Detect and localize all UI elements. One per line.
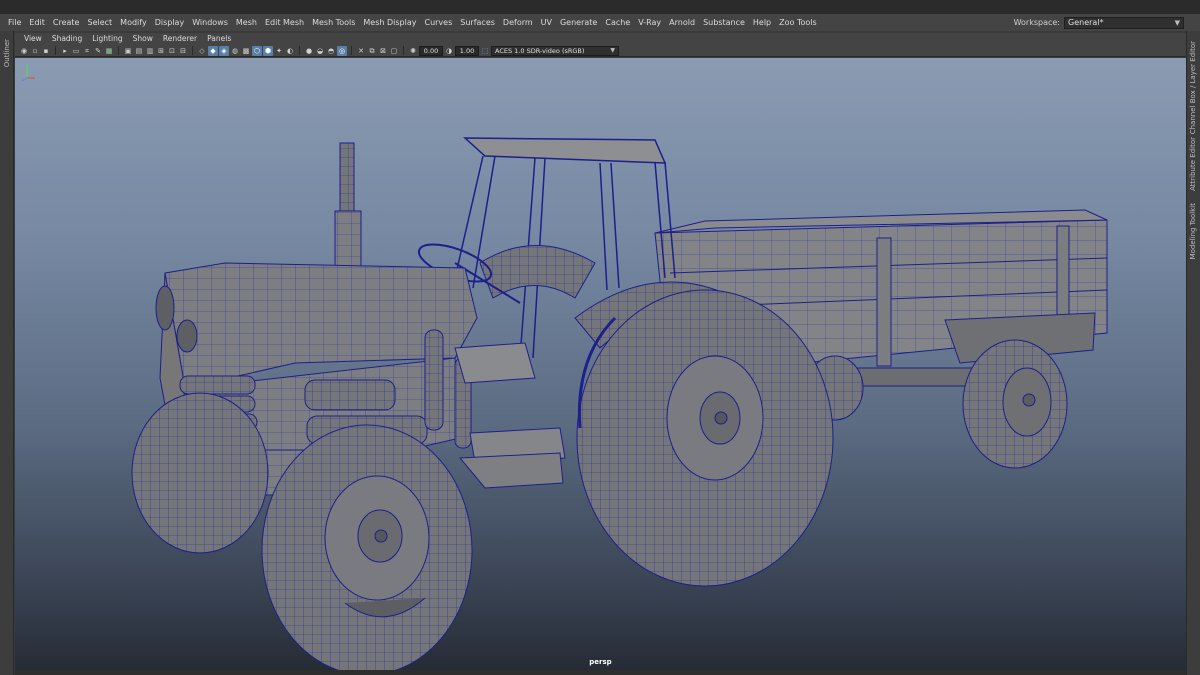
panel-menu-bar: View Shading Lighting Show Renderer Pane… — [15, 33, 1186, 45]
toolbar-divider — [403, 46, 404, 55]
toolbar-divider — [299, 46, 300, 55]
menu-generate[interactable]: Generate — [556, 14, 601, 31]
viewport-toolbar: ◉ ▫ ▪ ▸ ▭ ⌗ ✎ ▦ ▣ ▤ ▥ ⊞ ⊡ ⊟ ◇ ◆ ◈ ◍ ▩ ⬡ … — [15, 45, 1186, 57]
shadows-icon[interactable]: ◐ — [285, 46, 295, 56]
grease-pencil-icon[interactable]: ✎ — [93, 46, 103, 56]
trailer-wheel-rear — [962, 339, 1068, 469]
left-panel-strip: Outliner — [0, 31, 14, 675]
xray-active-icon[interactable]: ⧉ — [367, 46, 377, 56]
menu-edit[interactable]: Edit — [25, 14, 49, 31]
menu-help[interactable]: Help — [749, 14, 775, 31]
panel-menu-panels[interactable]: Panels — [202, 33, 236, 45]
menu-cache[interactable]: Cache — [601, 14, 634, 31]
menu-mesh-display[interactable]: Mesh Display — [359, 14, 420, 31]
toolbar-divider — [192, 46, 193, 55]
attribute-editor-tab[interactable]: Attribute Editor — [1189, 137, 1197, 191]
wireframe-on-shaded-icon[interactable]: ◈ — [219, 45, 229, 56]
lock-camera-icon[interactable]: ▫ — [30, 46, 40, 56]
color-space-value: ACES 1.0 SDR-video (sRGB) — [495, 46, 585, 55]
xray-joints-icon[interactable]: ⬢ — [263, 45, 273, 56]
maya-window: File Edit Create Select Modify Display W… — [0, 0, 1200, 675]
anti-aliasing-icon[interactable]: ◓ — [326, 46, 336, 56]
toolbar-divider — [55, 46, 56, 55]
gamma-field[interactable]: 1.00 — [455, 45, 479, 56]
workspace-value: General* — [1068, 17, 1104, 27]
workspace-dropdown[interactable]: General* ▼ — [1064, 16, 1184, 29]
exhaust-stack — [334, 142, 362, 272]
menu-mesh[interactable]: Mesh — [232, 14, 261, 31]
resolution-gate-icon[interactable]: ▤ — [134, 46, 144, 56]
menu-select[interactable]: Select — [83, 14, 116, 31]
chevron-down-icon: ▼ — [610, 46, 615, 54]
menu-arnold[interactable]: Arnold — [665, 14, 699, 31]
textured-icon[interactable]: ▩ — [241, 46, 251, 56]
modeling-toolkit-tab[interactable]: Modeling Toolkit — [1189, 203, 1197, 259]
bookmarks-icon[interactable]: ▸ — [60, 46, 70, 56]
2d-pan-zoom-icon[interactable]: ⌗ — [82, 46, 92, 56]
camera-icon[interactable]: ▢ — [389, 46, 399, 56]
main-menu-bar: File Edit Create Select Modify Display W… — [0, 14, 1200, 31]
panel-menu-view[interactable]: View — [19, 33, 47, 45]
film-gate-icon[interactable]: ▣ — [123, 46, 133, 56]
menu-display[interactable]: Display — [151, 14, 189, 31]
menu-mesh-tools[interactable]: Mesh Tools — [308, 14, 359, 31]
panel-menu-shading[interactable]: Shading — [47, 33, 87, 45]
menu-edit-mesh[interactable]: Edit Mesh — [261, 14, 308, 31]
field-chart-icon[interactable]: ⊞ — [156, 46, 166, 56]
menu-deform[interactable]: Deform — [499, 14, 537, 31]
tractor-wireframe-model — [131, 137, 1108, 670]
depth-of-field-icon[interactable]: ◎ — [337, 45, 347, 56]
motion-blur-icon[interactable]: ◒ — [315, 46, 325, 56]
hud-icon[interactable]: ⊠ — [378, 46, 388, 56]
xray-icon[interactable]: ⬡ — [252, 45, 262, 56]
panel-menu-show[interactable]: Show — [128, 33, 158, 45]
safe-title-icon[interactable]: ⊟ — [178, 46, 188, 56]
menu-curves[interactable]: Curves — [420, 14, 456, 31]
front-wheel-rear-side — [131, 392, 269, 554]
toolbar-divider — [118, 46, 119, 55]
right-panel-strip: Channel Box / Layer Editor Attribute Edi… — [1186, 31, 1200, 675]
menu-surfaces[interactable]: Surfaces — [456, 14, 499, 31]
gate-mask-icon[interactable]: ▥ — [145, 46, 155, 56]
camera-attributes-icon[interactable]: ▪ — [41, 46, 51, 56]
workspace-label: Workspace: — [1013, 18, 1060, 27]
axis-gizmo-icon — [21, 64, 35, 82]
panel-menu-lighting[interactable]: Lighting — [87, 33, 127, 45]
safe-action-icon[interactable]: ⊡ — [167, 46, 177, 56]
exposure-icon: ✺ — [410, 46, 416, 55]
camera-name-label: persp — [589, 658, 612, 666]
menu-substance[interactable]: Substance — [699, 14, 749, 31]
channel-box-tab[interactable]: Channel Box / Layer Editor — [1189, 41, 1197, 134]
exposure-field[interactable]: 0.00 — [419, 45, 443, 56]
chevron-down-icon: ▼ — [1174, 18, 1180, 27]
color-space-dropdown[interactable]: ACES 1.0 SDR-video (sRGB) ▼ — [491, 45, 619, 56]
gamma-icon: ◑ — [445, 46, 453, 55]
default-material-icon[interactable]: ◍ — [230, 46, 240, 56]
image-plane-icon[interactable]: ▭ — [71, 46, 81, 56]
menu-file[interactable]: File — [4, 14, 25, 31]
wireframe-icon[interactable]: ◇ — [197, 46, 207, 56]
menu-windows[interactable]: Windows — [188, 14, 232, 31]
menu-modify[interactable]: Modify — [116, 14, 151, 31]
workspace-selector: Workspace: General* ▼ — [1014, 15, 1184, 30]
menu-uv[interactable]: UV — [537, 14, 556, 31]
grid-icon[interactable]: ▦ — [104, 46, 114, 56]
menu-vray[interactable]: V-Ray — [634, 14, 665, 31]
panel-menu-renderer[interactable]: Renderer — [158, 33, 202, 45]
menu-zoo-tools[interactable]: Zoo Tools — [775, 14, 821, 31]
select-camera-icon[interactable]: ◉ — [19, 46, 29, 56]
title-strip — [0, 0, 1200, 14]
toolbar-divider — [351, 46, 352, 55]
outliner-tab[interactable]: Outliner — [3, 39, 11, 67]
ambient-occlusion-icon[interactable]: ● — [304, 46, 314, 56]
color-management-icon[interactable]: ⬚ — [480, 46, 490, 56]
perspective-viewport[interactable]: persp — [15, 58, 1186, 670]
isolate-select-icon[interactable]: ✕ — [356, 46, 366, 56]
front-wheel-main — [261, 424, 473, 670]
bottom-strip — [15, 670, 1186, 675]
menu-create[interactable]: Create — [49, 14, 84, 31]
use-all-lights-icon[interactable]: ✦ — [274, 46, 284, 56]
smooth-shade-icon[interactable]: ◆ — [208, 45, 218, 56]
